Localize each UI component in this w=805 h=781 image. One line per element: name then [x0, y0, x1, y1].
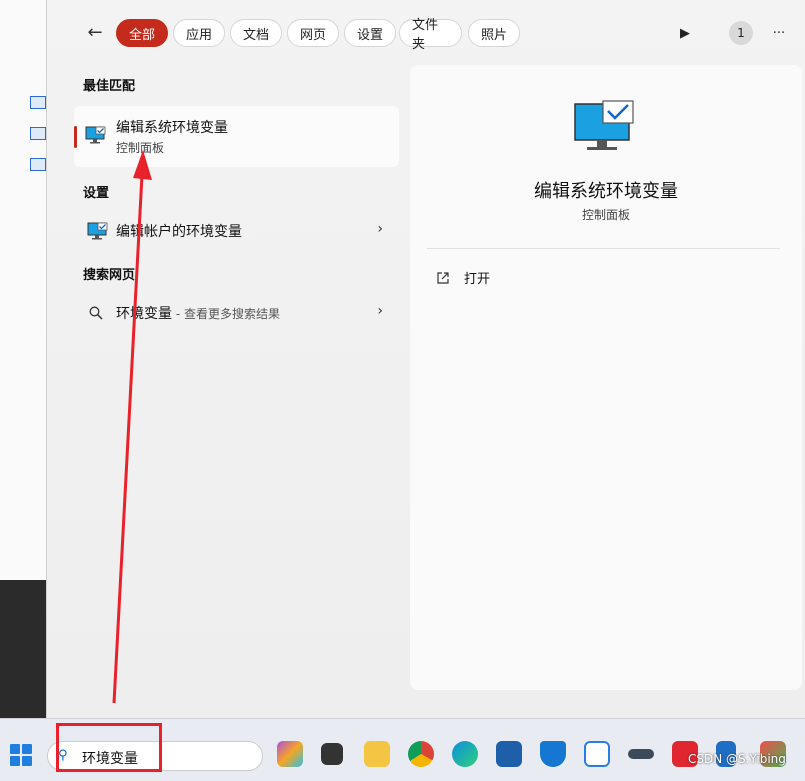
watermark: CSDN @S.Yibing	[688, 752, 786, 766]
annotation-arrow	[112, 150, 152, 704]
